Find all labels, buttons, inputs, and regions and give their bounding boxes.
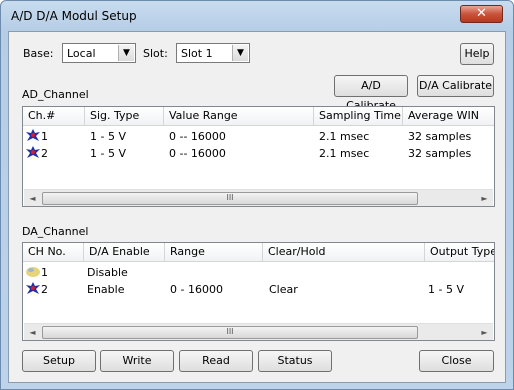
da-enable-cell: Disable bbox=[87, 266, 128, 279]
status-button[interactable]: Status bbox=[258, 350, 332, 372]
ad-avg-cell: 32 samples bbox=[408, 130, 472, 143]
da-ch-cell: 2 bbox=[41, 283, 48, 296]
ad-channel-label: AD_Channel bbox=[22, 88, 89, 101]
scroll-right-icon[interactable]: ► bbox=[476, 324, 493, 340]
write-button[interactable]: Write bbox=[100, 350, 174, 372]
column-header[interactable]: CH No. bbox=[23, 243, 84, 262]
chevron-down-icon[interactable]: ▼ bbox=[232, 45, 248, 61]
column-header[interactable]: Clear/Hold bbox=[263, 243, 425, 262]
ad-channel-list[interactable]: Ch.# Sig. Type Value Range Sampling Time… bbox=[22, 106, 495, 207]
column-header[interactable]: Ch.# bbox=[23, 107, 85, 126]
da-channel-label: DA_Channel bbox=[22, 225, 89, 238]
scroll-thumb[interactable]: III bbox=[42, 326, 418, 339]
dialog-body: Base: Local ▼ Slot: Slot 1 ▼ Help AD_Cha… bbox=[8, 31, 506, 383]
base-label: Base: bbox=[23, 47, 54, 60]
ad-avg-cell: 32 samples bbox=[408, 147, 472, 160]
close-button[interactable]: Close bbox=[419, 350, 494, 372]
da-range-cell: 0 - 16000 bbox=[170, 283, 223, 296]
ad-ch-cell: 2 bbox=[41, 147, 48, 160]
module-active-icon bbox=[26, 129, 40, 141]
chevron-down-icon[interactable]: ▼ bbox=[118, 45, 134, 61]
ad-time-cell: 2.1 msec bbox=[319, 147, 370, 160]
module-active-icon bbox=[26, 282, 40, 294]
da-channel-list[interactable]: CH No. D/A Enable Range Clear/Hold Outpu… bbox=[22, 242, 495, 341]
window-close-button[interactable]: ✕ bbox=[460, 5, 503, 23]
ad-ch-cell: 1 bbox=[41, 130, 48, 143]
slot-label: Slot: bbox=[143, 47, 168, 60]
da-clear-cell: Clear bbox=[269, 283, 298, 296]
ad-range-cell: 0 -- 16000 bbox=[169, 130, 226, 143]
scroll-right-icon[interactable]: ► bbox=[476, 190, 493, 206]
da-ch-cell: 1 bbox=[41, 266, 48, 279]
column-header[interactable]: Value Range bbox=[164, 107, 314, 126]
column-header[interactable]: Sig. Type bbox=[85, 107, 164, 126]
column-header[interactable]: Sampling Time bbox=[314, 107, 403, 126]
ad-calibrate-button[interactable]: A/D Calibrate bbox=[334, 75, 408, 112]
base-select[interactable]: Local ▼ bbox=[62, 43, 136, 63]
horizontal-scrollbar[interactable]: ◄ III ► bbox=[24, 323, 493, 340]
title-bar[interactable]: A/D D/A Modul Setup ✕ bbox=[1, 1, 513, 31]
setup-window: A/D D/A Modul Setup ✕ Base: Local ▼ Slot… bbox=[0, 0, 514, 390]
slot-value: Slot 1 bbox=[181, 47, 213, 60]
da-calibrate-button[interactable]: D/A Calibrate bbox=[417, 75, 494, 97]
scroll-thumb[interactable]: III bbox=[42, 192, 418, 205]
column-header[interactable]: D/A Enable bbox=[84, 243, 165, 262]
read-button[interactable]: Read bbox=[179, 350, 253, 372]
scroll-left-icon[interactable]: ◄ bbox=[24, 324, 41, 340]
base-value: Local bbox=[67, 47, 96, 60]
da-enable-cell: Enable bbox=[87, 283, 125, 296]
module-disabled-icon bbox=[26, 267, 40, 277]
column-header[interactable]: Range bbox=[165, 243, 263, 262]
ad-sig-cell: 1 - 5 V bbox=[90, 147, 126, 160]
ad-range-cell: 0 -- 16000 bbox=[169, 147, 226, 160]
setup-button[interactable]: Setup bbox=[22, 350, 96, 372]
slot-select[interactable]: Slot 1 ▼ bbox=[176, 43, 250, 63]
ad-time-cell: 2.1 msec bbox=[319, 130, 370, 143]
column-header[interactable]: Output Type bbox=[425, 243, 494, 262]
scroll-left-icon[interactable]: ◄ bbox=[24, 190, 41, 206]
horizontal-scrollbar[interactable]: ◄ III ► bbox=[24, 189, 493, 206]
module-active-icon bbox=[26, 146, 40, 158]
close-icon: ✕ bbox=[476, 6, 487, 21]
window-title: A/D D/A Modul Setup bbox=[11, 9, 137, 23]
ad-sig-cell: 1 - 5 V bbox=[90, 130, 126, 143]
column-header[interactable]: Average WIN bbox=[403, 107, 494, 126]
da-output-cell: 1 - 5 V bbox=[428, 283, 464, 296]
help-button[interactable]: Help bbox=[460, 43, 494, 65]
